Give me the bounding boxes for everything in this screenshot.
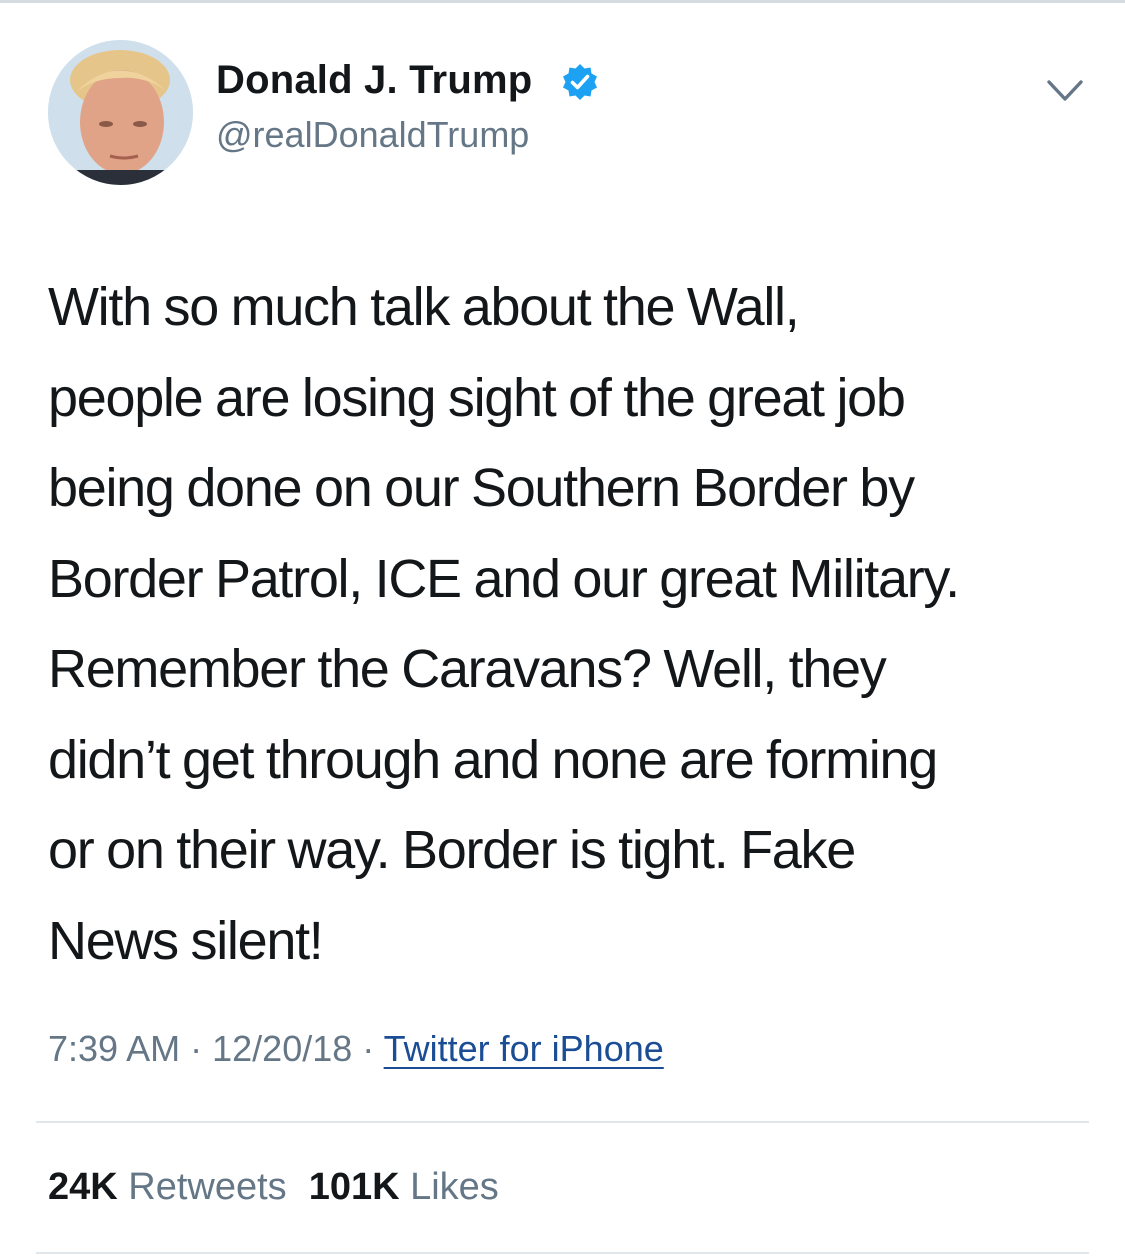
- meta-separator: ·: [362, 1028, 375, 1069]
- tweet-metadata: 7:39 AM · 12/20/18 · Twitter for iPhone: [48, 1028, 664, 1070]
- likes-stat[interactable]: 101K Likes: [309, 1166, 499, 1208]
- tweet-line: didn’t get through and none are forming: [48, 729, 938, 790]
- divider: [36, 1252, 1089, 1254]
- tweet-line: News silent!: [48, 910, 324, 971]
- divider: [36, 1121, 1089, 1123]
- avatar[interactable]: [48, 40, 193, 185]
- top-divider: [0, 0, 1125, 3]
- tweet-line: being done on our Southern Border by: [48, 458, 915, 518]
- tweet-line: Border Patrol, ICE and our great Militar…: [48, 548, 960, 609]
- tweet-line: With so much talk about the Wall,: [48, 277, 800, 337]
- meta-separator: ·: [190, 1028, 203, 1069]
- tweet-line: people are losing sight of the great job: [48, 367, 906, 428]
- retweets-count: 24K: [48, 1166, 118, 1208]
- tweet-line: Remember the Caravans? Well, they: [48, 639, 887, 699]
- user-handle[interactable]: @realDonaldTrump: [216, 114, 529, 156]
- tweet-time: 7:39 AM: [48, 1028, 181, 1069]
- display-name[interactable]: Donald J. Trump: [216, 58, 532, 103]
- likes-label: Likes: [410, 1166, 499, 1208]
- tweet-line: or on their way. Border is tight. Fake: [48, 820, 856, 880]
- verified-badge-icon: [563, 64, 597, 100]
- tweet-source-link[interactable]: Twitter for iPhone: [384, 1028, 664, 1069]
- retweets-stat[interactable]: 24K Retweets: [48, 1166, 287, 1208]
- tweet-text: With so much talk about the Wall, people…: [48, 262, 1098, 986]
- tweet-date: 12/20/18: [212, 1028, 353, 1069]
- retweets-label: Retweets: [128, 1166, 287, 1208]
- likes-count: 101K: [308, 1166, 400, 1208]
- profile-photo: [48, 40, 193, 185]
- engagement-stats: 24K Retweets 101K Likes: [48, 1166, 499, 1209]
- chevron-down-icon[interactable]: [1046, 78, 1084, 104]
